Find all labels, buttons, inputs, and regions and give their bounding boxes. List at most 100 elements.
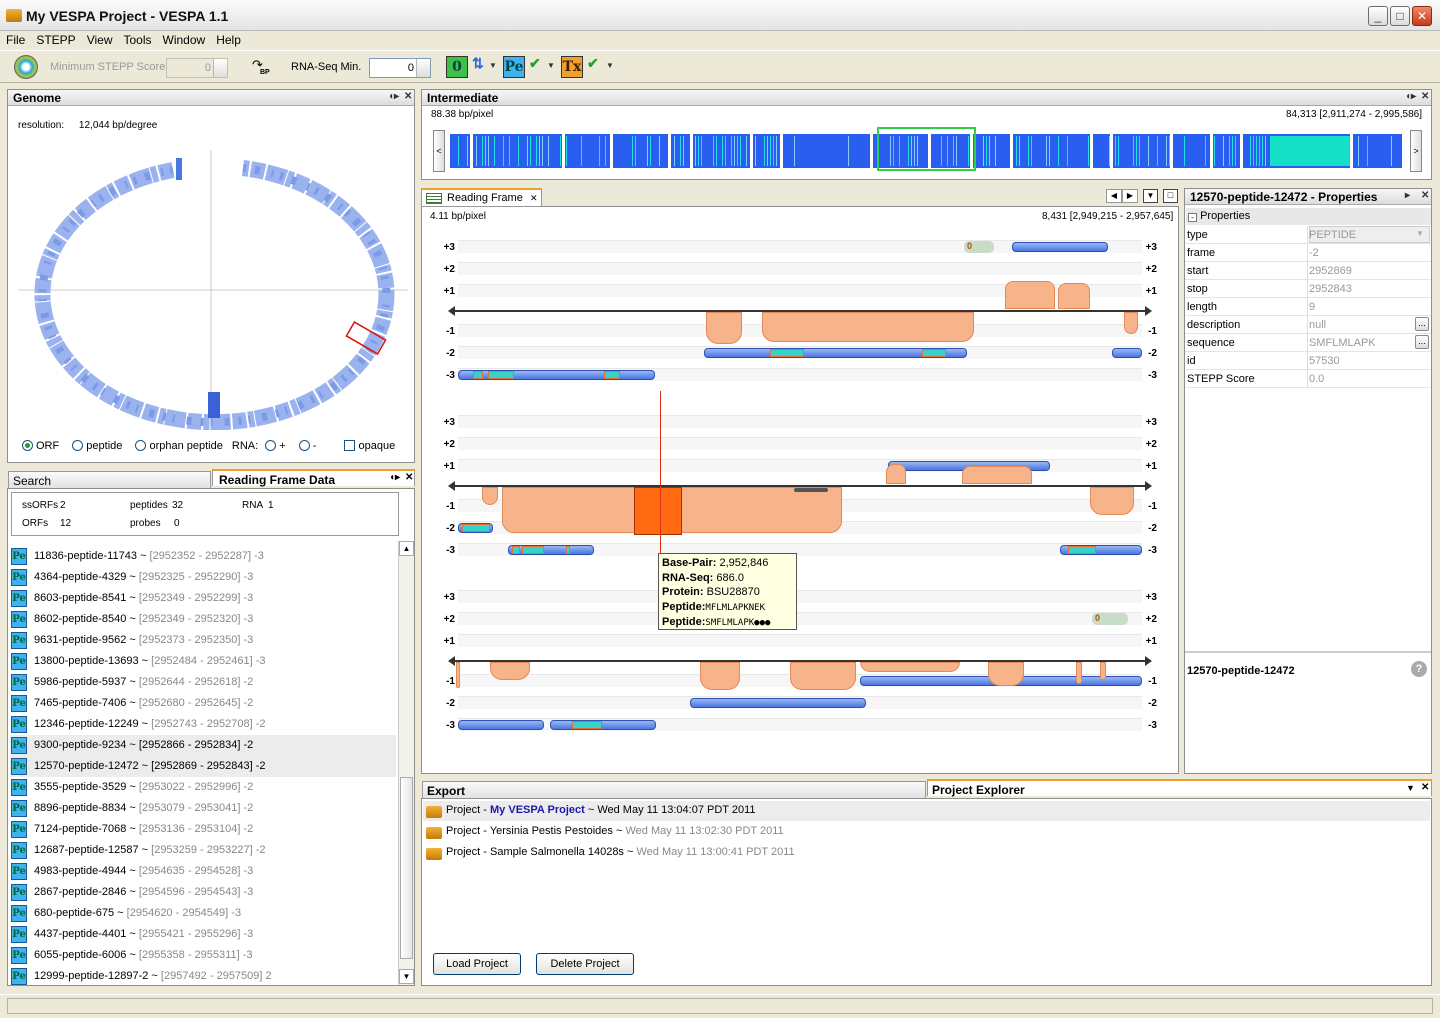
intermediate-close-icon[interactable]: ✕ — [1421, 91, 1429, 102]
peptide-feature[interactable] — [566, 546, 570, 554]
property-row[interactable]: id 57530 — [1185, 352, 1431, 370]
tab-export[interactable]: Export — [422, 781, 926, 798]
property-row[interactable]: start 2952869 — [1185, 262, 1431, 280]
rna-minus-radio[interactable]: - — [298, 440, 316, 452]
list-item[interactable]: Pe 7124-peptide-7068 ~ [2953136 - 2953104… — [10, 819, 396, 840]
peptide-list-scrollbar[interactable]: ▲ ▼ — [398, 541, 414, 985]
opaque-checkbox[interactable]: opaque — [343, 440, 395, 452]
list-item[interactable]: Pe 12999-peptide-12897-2 ~ [2957492 - 295… — [10, 966, 396, 987]
load-project-button[interactable]: Load Project — [433, 953, 521, 975]
min-stepp-spinner[interactable]: 0 — [166, 58, 228, 78]
peptide-feature[interactable] — [522, 546, 544, 554]
peptide-feature[interactable] — [604, 371, 620, 379]
list-item[interactable]: Pe 4983-peptide-4944 ~ [2954635 - 2954528… — [10, 861, 396, 882]
gene-feature[interactable] — [550, 720, 656, 730]
property-row[interactable]: length 9 — [1185, 298, 1431, 316]
scroll-thumb[interactable] — [400, 777, 413, 959]
property-row[interactable]: frame -2 — [1185, 244, 1431, 262]
list-item[interactable]: Pe 8603-peptide-8541 ~ [2952349 - 2952299… — [10, 588, 396, 609]
list-item[interactable]: Pe 13800-peptide-13693 ~ [2952484 - 29524… — [10, 651, 396, 672]
transcript-dropdown-icon[interactable]: ▼ — [606, 61, 614, 70]
menu-file[interactable]: File — [0, 31, 30, 47]
type-dropdown-icon[interactable]: ▼ — [1416, 229, 1424, 238]
rfdata-close-icon[interactable]: ✕ — [405, 472, 413, 483]
rf-scroll-right-icon[interactable]: ▶ — [1122, 189, 1138, 203]
help-icon[interactable]: ? — [1411, 661, 1427, 677]
explorer-close-icon[interactable]: ✕ — [1421, 782, 1429, 793]
property-row[interactable]: ... description null — [1185, 316, 1431, 334]
menu-help[interactable]: Help — [210, 31, 246, 47]
list-item[interactable]: Pe 12570-peptide-12472 ~ [2952869 - 29528… — [10, 756, 396, 777]
minimize-button[interactable]: _ — [1368, 6, 1388, 26]
selected-peptide-highlight[interactable] — [634, 487, 682, 535]
transcript-filter-icon[interactable]: Tx — [561, 56, 583, 78]
genome-minimize-icon[interactable]: ◖▸ — [388, 91, 399, 102]
intermediate-minimize-icon[interactable]: ◖▸ — [1405, 91, 1416, 102]
zero-count-badge[interactable]: 0 — [1092, 613, 1128, 625]
peptide-feature[interactable] — [1068, 546, 1096, 554]
zero-count-badge[interactable]: 0 — [964, 241, 994, 253]
properties-section-header[interactable]: - Properties — [1186, 208, 1431, 225]
gene-feature[interactable] — [690, 698, 866, 708]
edit-value-button[interactable]: ... — [1415, 335, 1429, 349]
rna-plus-radio[interactable]: + — [265, 440, 286, 452]
orf-dropdown-icon[interactable]: ▼ — [489, 61, 497, 70]
scroll-down-icon[interactable]: ▼ — [399, 969, 414, 984]
orf-filter-icon[interactable]: 0 — [446, 56, 468, 78]
peptide-feature[interactable] — [462, 524, 490, 532]
reading-frame-tab-close-icon[interactable]: ✕ — [530, 193, 538, 204]
tab-search[interactable]: Search — [8, 471, 211, 488]
list-item[interactable]: Pe 12687-peptide-12587 ~ [2953259 - 29532… — [10, 840, 396, 861]
list-item[interactable]: Pe 2867-peptide-2846 ~ [2954596 - 2954543… — [10, 882, 396, 903]
rfdata-minimize-icon[interactable]: ◖▸ — [389, 472, 400, 483]
list-item[interactable]: Pe 3555-peptide-3529 ~ [2953022 - 2952996… — [10, 777, 396, 798]
genome-circle-map[interactable] — [8, 130, 414, 430]
peptide-feature[interactable] — [488, 371, 514, 379]
peptide-feature[interactable] — [770, 349, 804, 357]
close-button[interactable]: ✕ — [1412, 6, 1432, 26]
gene-feature[interactable] — [1112, 348, 1142, 358]
rnaseq-min-spinner[interactable]: 0 — [369, 58, 431, 78]
genome-wheel-icon[interactable] — [14, 55, 38, 79]
scroll-up-icon[interactable]: ▲ — [399, 541, 414, 556]
maximize-button[interactable]: □ — [1390, 6, 1410, 26]
menu-tools[interactable]: Tools — [118, 31, 157, 47]
list-item[interactable]: Pe 6055-peptide-6006 ~ [2955358 - 2955311… — [10, 945, 396, 966]
list-item[interactable]: Pe 11836-peptide-11743 ~ [2952352 - 29522… — [10, 546, 396, 567]
project-item[interactable]: Project - My VESPA Project ~ Wed May 11 … — [423, 801, 1430, 821]
property-row[interactable]: stop 2952843 — [1185, 280, 1431, 298]
genome-close-icon[interactable]: ✕ — [404, 91, 412, 102]
peptide-filter-icon[interactable]: Pe — [503, 56, 525, 78]
menu-view[interactable]: View — [81, 31, 118, 47]
gene-feature[interactable] — [508, 545, 594, 555]
menu-window[interactable]: Window — [157, 31, 211, 47]
list-item[interactable]: Pe 8896-peptide-8834 ~ [2953079 - 2953041… — [10, 798, 396, 819]
rf-maximize-icon[interactable]: □ — [1163, 189, 1178, 203]
tab-reading-frame[interactable]: Reading Frame ✕ — [421, 188, 542, 207]
peptide-radio[interactable]: peptide — [72, 440, 122, 452]
gene-feature[interactable] — [458, 720, 544, 730]
intermediate-left-arrow[interactable]: < — [433, 130, 445, 172]
intermediate-track[interactable] — [450, 126, 1405, 172]
orf-radio[interactable]: ORF — [22, 440, 59, 452]
list-item[interactable]: Pe 8602-peptide-8540 ~ [2952349 - 2952320… — [10, 609, 396, 630]
gene-feature[interactable] — [1012, 242, 1108, 252]
rf-dropdown-icon[interactable]: ▼ — [1143, 189, 1158, 203]
properties-close-icon[interactable]: ✕ — [1421, 190, 1429, 201]
property-row[interactable]: STEPP Score 0.0 — [1185, 370, 1431, 388]
peptide-dropdown-icon[interactable]: ▼ — [547, 61, 555, 70]
properties-minimize-icon[interactable]: ▸ — [1405, 190, 1410, 201]
list-item[interactable]: Pe 4437-peptide-4401 ~ [2955421 - 2955296… — [10, 924, 396, 945]
peptide-feature[interactable] — [922, 349, 946, 357]
peptide-feature[interactable] — [473, 371, 483, 379]
intermediate-right-arrow[interactable]: > — [1410, 130, 1422, 172]
list-item[interactable]: Pe 7465-peptide-7406 ~ [2952680 - 2952645… — [10, 693, 396, 714]
property-row[interactable]: ... sequence SMFLMLAPK — [1185, 334, 1431, 352]
list-item[interactable]: Pe 9300-peptide-9234 ~ [2952866 - 2952834… — [10, 735, 396, 756]
list-item[interactable]: Pe 680-peptide-675 ~ [2954620 - 2954549] … — [10, 903, 396, 924]
orphan-peptide-radio[interactable]: orphan peptide — [135, 440, 223, 452]
rf-scroll-left-icon[interactable]: ◀ — [1106, 189, 1122, 203]
collapse-icon[interactable]: - — [1188, 213, 1197, 222]
peptide-feature[interactable] — [512, 546, 520, 554]
tab-project-explorer[interactable]: Project Explorer ▼ ✕ — [927, 779, 1432, 797]
